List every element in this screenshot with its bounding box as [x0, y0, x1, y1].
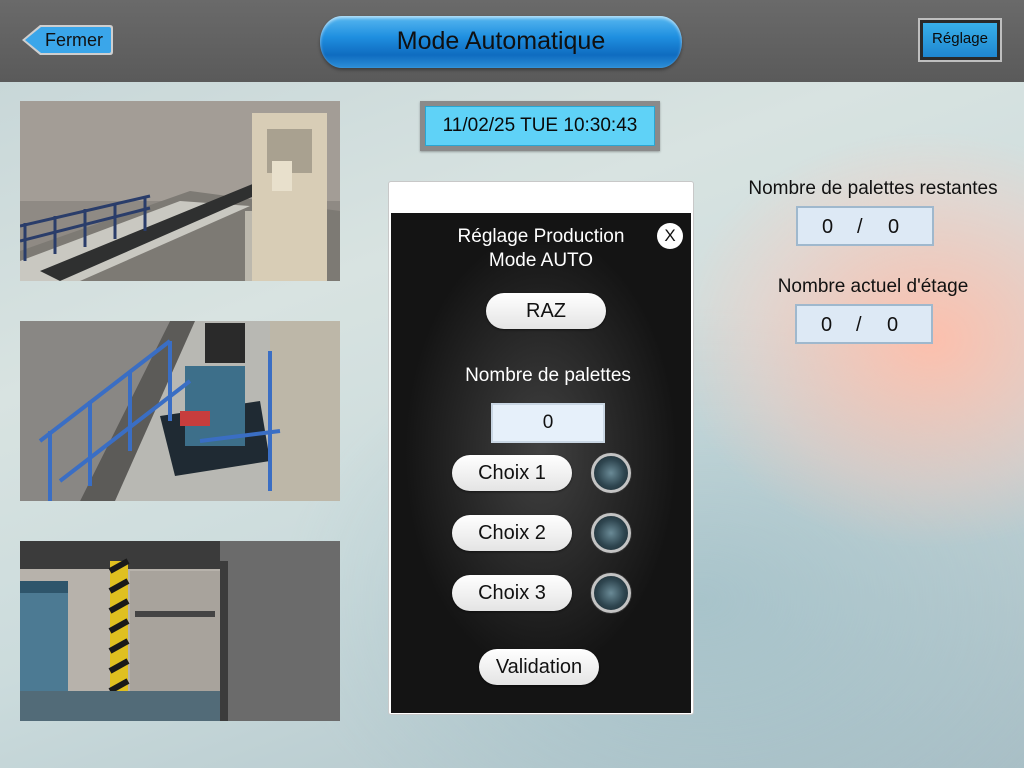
back-button-label: Fermer — [45, 30, 103, 50]
datetime-display: 11/02/25 TUE 10:30:43 — [420, 101, 660, 151]
choice-3-button[interactable]: Choix 3 — [452, 575, 572, 611]
choice-1-button[interactable]: Choix 1 — [452, 455, 572, 491]
choice-3-indicator-lamp — [591, 573, 631, 613]
choice-2-indicator-lamp — [591, 513, 631, 553]
page-title: Mode Automatique — [320, 16, 682, 68]
camera-view-2 — [20, 321, 340, 501]
remaining-pallets-separator: / — [857, 216, 863, 238]
datetime-text: 11/02/25 TUE 10:30:43 — [425, 106, 655, 146]
remaining-pallets-total: 0 — [888, 216, 900, 238]
dialog-title-line2: Mode AUTO — [488, 250, 594, 271]
dialog-close-button[interactable]: X — [657, 223, 683, 249]
choice-1-indicator-lamp — [591, 453, 631, 493]
current-level-display: 0 / 0 — [795, 304, 933, 344]
current-level-separator: / — [856, 314, 862, 336]
production-settings-dialog: Réglage Production Mode AUTO X RAZ Nombr… — [388, 181, 694, 715]
current-level-current: 0 — [821, 314, 833, 336]
header-bar: Fermer Mode Automatique Réglage — [0, 0, 1024, 82]
camera-view-1 — [20, 101, 340, 281]
remaining-pallets-label: Nombre de palettes restantes — [748, 178, 998, 199]
dialog-title-line1: Réglage Production — [457, 226, 625, 247]
pallets-count-input[interactable]: 0 — [491, 403, 605, 443]
dialog-title: Réglage Production Mode AUTO — [383, 225, 699, 273]
pallets-count-label: Nombre de palettes — [465, 365, 631, 386]
settings-button[interactable]: Réglage — [918, 18, 1002, 62]
validation-button[interactable]: Validation — [479, 649, 599, 685]
close-back-button[interactable]: Fermer — [20, 24, 114, 56]
settings-button-label: Réglage — [923, 23, 997, 57]
reset-button[interactable]: RAZ — [486, 293, 606, 329]
remaining-pallets-display: 0 / 0 — [796, 206, 934, 246]
choice-2-button[interactable]: Choix 2 — [452, 515, 572, 551]
current-level-total: 0 — [887, 314, 899, 336]
camera-view-3 — [20, 541, 340, 721]
remaining-pallets-current: 0 — [822, 216, 834, 238]
dialog-body: Réglage Production Mode AUTO X RAZ Nombr… — [391, 213, 691, 713]
current-level-label: Nombre actuel d'étage — [777, 276, 969, 297]
